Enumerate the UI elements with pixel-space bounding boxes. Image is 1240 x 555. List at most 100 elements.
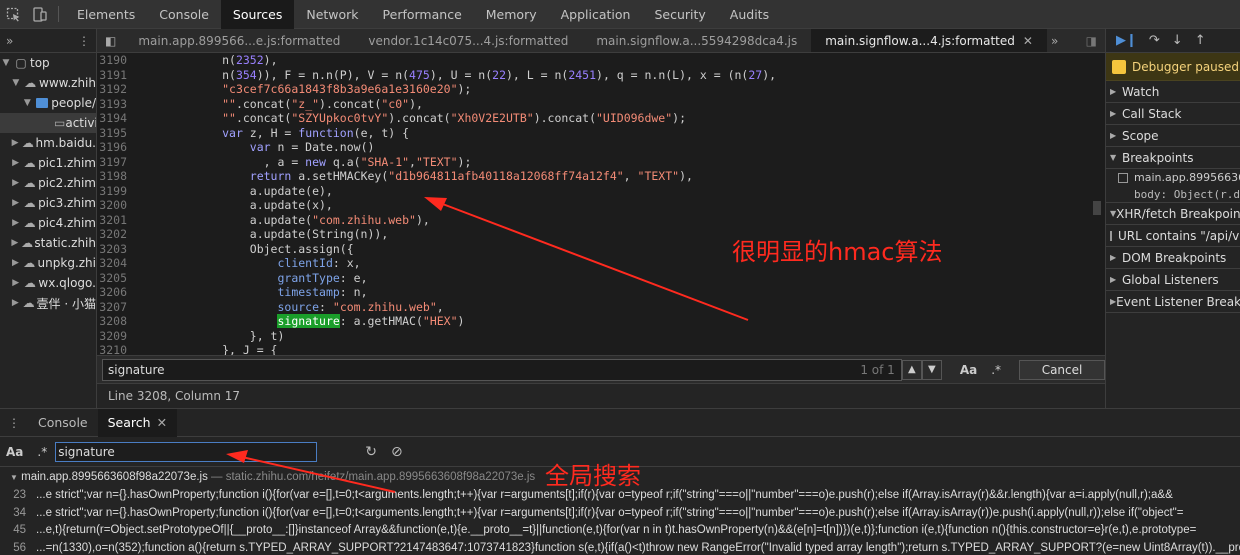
triangle-down-icon[interactable]: ▼ <box>10 78 22 88</box>
tab-security[interactable]: Security <box>642 0 717 29</box>
code-scrollbar-thumb[interactable] <box>1093 201 1101 215</box>
breakpoint-item[interactable]: main.app.89956636 body: Object(r.d <box>1106 169 1240 203</box>
triangle-right-icon[interactable]: ▶ <box>10 218 21 228</box>
triangle-right-icon[interactable]: ▶ <box>10 278 21 288</box>
step-into-icon[interactable]: ↓ <box>1172 33 1183 48</box>
result-line-text: ...e,t){return(r=Object.setPrototypeOf||… <box>36 524 1197 536</box>
triangle-right-icon[interactable]: ▶ <box>10 298 21 308</box>
section-scope[interactable]: ▶ Scope <box>1106 125 1240 147</box>
editor-status-bar: Line 3208, Column 17 <box>97 383 1105 408</box>
tab-application[interactable]: Application <box>549 0 643 29</box>
match-case-toggle[interactable]: Aa <box>6 445 23 459</box>
navigator-more-button[interactable]: » <box>6 34 13 48</box>
refresh-icon[interactable]: ↻ <box>365 444 377 460</box>
drawer-tabs: ⋮ Console Search ✕ <box>0 408 1240 437</box>
code-text: a.update("com.zhihu.web"), <box>139 212 430 227</box>
section-watch[interactable]: ▶ Watch <box>1106 81 1240 103</box>
tab-sources[interactable]: Sources <box>220 0 295 29</box>
regex-toggle[interactable]: .* <box>991 363 1001 377</box>
more-tabs-button[interactable]: » <box>1047 34 1062 48</box>
match-case-toggle[interactable]: Aa <box>960 363 977 377</box>
tree-item-domain[interactable]: ▶ ☁ pic2.zhim <box>0 173 96 193</box>
code-view[interactable]: 3190 n(2352), 3191 n(354)), F = n.n(P), … <box>97 53 1105 355</box>
file-tab[interactable]: vendor.1c14c075...4.js:formatted <box>354 29 582 52</box>
result-file-path: — static.zhihu.com/heifetz/main.app.8995… <box>211 471 536 483</box>
result-line-number: 34 <box>13 506 26 519</box>
drawer-menu-icon[interactable]: ⋮ <box>0 416 28 430</box>
line-number: 3206 <box>99 285 127 299</box>
step-out-icon[interactable]: ↑ <box>1195 33 1206 48</box>
triangle-right-icon[interactable]: ▶ <box>10 238 20 248</box>
triangle-down-icon[interactable]: ▼ <box>22 98 33 108</box>
find-input[interactable]: signature 1 of 1 <box>102 358 902 381</box>
file-tab-active[interactable]: main.signflow.a...4.js:formatted ✕ <box>811 29 1047 52</box>
tree-item-folder[interactable]: ▼ people/ <box>0 93 96 113</box>
tab-audits[interactable]: Audits <box>718 0 781 29</box>
triangle-right-icon[interactable]: ▶ <box>10 198 21 208</box>
result-line[interactable]: 45 ...e,t){return(r=Object.setPrototypeOf… <box>0 522 1240 540</box>
drawer-tab-console[interactable]: Console <box>28 409 98 437</box>
close-icon[interactable]: ✕ <box>1023 34 1033 48</box>
file-tab[interactable]: main.signflow.a...5594298dca4.js <box>582 29 811 52</box>
tree-item-domain[interactable]: ▼ ☁ www.zhih <box>0 73 96 93</box>
section-label: DOM Breakpoints <box>1122 250 1227 265</box>
find-next-button[interactable]: ▼ <box>921 359 942 380</box>
code-line: 3199 a.update(e), <box>97 184 1105 199</box>
resume-icon[interactable]: ▶❙ <box>1116 33 1137 48</box>
breakpoint-checkbox[interactable] <box>1118 173 1128 183</box>
tab-performance[interactable]: Performance <box>371 0 474 29</box>
tree-item-extension[interactable]: ▶ ☁ 壹伴 · 小猫 <box>0 293 96 313</box>
toggle-debugger-icon[interactable]: ◨ <box>1086 34 1105 48</box>
section-dom-breakpoints[interactable]: ▶ DOM Breakpoints <box>1106 247 1240 269</box>
cloud-icon: ☁ <box>23 196 36 210</box>
device-toolbar-icon[interactable] <box>26 0 52 29</box>
code-text: timestamp: n, <box>277 285 368 299</box>
find-previous-button[interactable]: ▲ <box>901 359 922 380</box>
xhr-breakpoint-item[interactable]: URL contains "/api/v3 <box>1106 225 1240 247</box>
tree-item-domain[interactable]: ▶ ☁ pic1.zhim <box>0 153 96 173</box>
tab-network[interactable]: Network <box>294 0 370 29</box>
triangle-right-icon[interactable]: ▶ <box>10 178 21 188</box>
tree-item-domain[interactable]: ▶ ☁ static.zhih <box>0 233 96 253</box>
file-tab[interactable]: main.app.899566...e.js:formatted <box>124 29 354 52</box>
drawer-tab-search[interactable]: Search ✕ <box>97 408 178 437</box>
code-line: 3200 a.update(x), <box>97 198 1105 213</box>
tree-item-top[interactable]: ▼ ▢ top <box>0 53 96 73</box>
tree-item-domain[interactable]: ▶ ☁ pic4.zhim <box>0 213 96 233</box>
global-search-input[interactable]: signature <box>55 441 318 462</box>
section-breakpoints[interactable]: ▼ Breakpoints <box>1106 147 1240 169</box>
tab-console[interactable]: Console <box>147 0 221 29</box>
tree-item-domain[interactable]: ▶ ☁ hm.baidu. <box>0 133 96 153</box>
tree-item-label: pic3.zhim <box>38 196 96 210</box>
result-line[interactable]: 56 ...=n(1330),o=n(352);function a(){retu… <box>0 540 1240 555</box>
tree-item-domain[interactable]: ▶ ☁ unpkg.zhi <box>0 253 96 273</box>
triangle-down-icon: ▼ <box>1110 153 1117 162</box>
triangle-right-icon[interactable]: ▶ <box>10 158 21 168</box>
tree-item-domain[interactable]: ▶ ☁ wx.qlogo. <box>0 273 96 293</box>
triangle-down-icon: ▼ <box>10 473 18 482</box>
toggle-navigator-icon[interactable]: ◧ <box>97 34 124 48</box>
file-tab-label: main.signflow.a...4.js:formatted <box>825 33 1015 48</box>
xhr-checkbox[interactable] <box>1110 230 1112 241</box>
triangle-down-icon[interactable]: ▼ <box>0 58 12 68</box>
clear-icon[interactable]: ⊘ <box>391 444 403 460</box>
cancel-button[interactable]: Cancel <box>1019 359 1106 380</box>
line-number: 3190 <box>99 53 127 67</box>
result-line[interactable]: 34 ...e strict";var n={}.hasOwnProperty;f… <box>0 505 1240 523</box>
section-xhr-breakpoints[interactable]: ▼ XHR/fetch Breakpoints <box>1106 203 1240 225</box>
regex-toggle[interactable]: .* <box>37 445 47 459</box>
tab-memory[interactable]: Memory <box>474 0 549 29</box>
triangle-right-icon[interactable]: ▶ <box>10 258 21 268</box>
tree-item-domain[interactable]: ▶ ☁ pic3.zhim <box>0 193 96 213</box>
inspect-icon[interactable] <box>0 0 26 29</box>
close-icon[interactable]: ✕ <box>157 415 167 430</box>
section-global-listeners[interactable]: ▶ Global Listeners <box>1106 269 1240 291</box>
triangle-right-icon[interactable]: ▶ <box>10 138 20 148</box>
section-event-listener-breakpoints[interactable]: ▶Event Listener Breakpo <box>1106 291 1240 313</box>
section-call-stack[interactable]: ▶ Call Stack <box>1106 103 1240 125</box>
section-label: Scope <box>1122 128 1159 143</box>
step-over-icon[interactable]: ↷ <box>1149 33 1160 48</box>
tab-elements[interactable]: Elements <box>65 0 147 29</box>
tree-item-file-selected[interactable]: ▭ activi <box>0 113 96 133</box>
kebab-menu-icon[interactable]: ⋮ <box>78 34 90 48</box>
